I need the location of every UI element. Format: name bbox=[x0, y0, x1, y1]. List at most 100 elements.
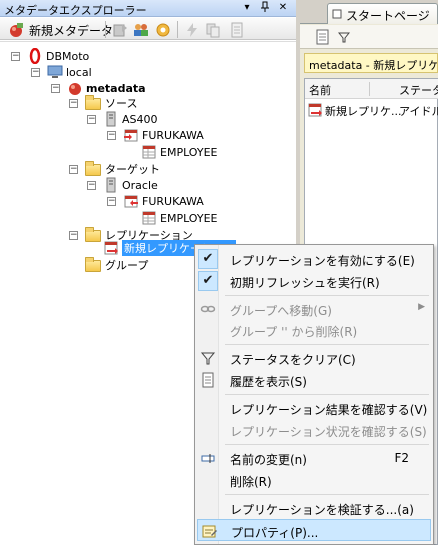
menu-separator bbox=[225, 344, 429, 345]
collapse-toggle[interactable]: − bbox=[11, 52, 20, 61]
tree-node-source-library[interactable]: FURUKAWA bbox=[123, 127, 204, 143]
replication-context-menu: ✔ レプリケーションを有効にする(E) ✔ 初期リフレッシュを実行(R) グルー… bbox=[194, 244, 434, 545]
menu-item-remove-from-group[interactable]: グループ '' から削除(R) bbox=[197, 319, 431, 341]
dbmoto-logo-icon bbox=[29, 48, 41, 64]
menu-item-clear-status[interactable]: ステータスをクリア(C) bbox=[197, 347, 431, 369]
selection-status: metadata - 新規レプリケーション bbox=[304, 53, 438, 73]
collapse-toggle[interactable]: − bbox=[87, 115, 96, 124]
history-document-icon bbox=[202, 372, 214, 388]
right-toolbar bbox=[300, 25, 438, 49]
page-icon[interactable] bbox=[316, 29, 330, 45]
collapse-toggle[interactable]: − bbox=[69, 165, 78, 174]
copy-icon[interactable] bbox=[205, 22, 221, 38]
collapse-toggle[interactable]: − bbox=[69, 99, 78, 108]
tree-node-as400[interactable]: AS400 bbox=[103, 111, 158, 127]
menu-item-label: レプリケーションを検証する...(a) bbox=[230, 503, 414, 517]
users-icon[interactable] bbox=[133, 22, 149, 38]
target-library-icon bbox=[124, 195, 138, 208]
tree-node-label: FURUKAWA bbox=[142, 194, 204, 208]
menu-item-label: 名前の変更(n) bbox=[230, 453, 307, 467]
menu-separator bbox=[225, 444, 429, 445]
tree-node-source-table[interactable]: EMPLOYEE bbox=[141, 144, 218, 160]
menu-item-show-history[interactable]: 履歴を表示(S) bbox=[197, 369, 431, 391]
folder-icon bbox=[85, 227, 101, 242]
submenu-arrow-icon: ▶ bbox=[418, 302, 425, 312]
tab-page-icon bbox=[332, 9, 342, 19]
lightning-icon[interactable] bbox=[184, 22, 200, 38]
menu-item-label: レプリケーション結果を確認する(V) bbox=[230, 403, 428, 417]
cell-name: 新規レプリケ... bbox=[325, 105, 402, 118]
tree-node-label: グループ bbox=[105, 259, 149, 272]
explorer-toolbar: 新規メタデータ bbox=[0, 18, 296, 40]
menu-item-check-results[interactable]: レプリケーション結果を確認する(V) bbox=[197, 397, 431, 419]
tree-node-groups[interactable]: グループ bbox=[85, 257, 148, 273]
tree-node-label: ソース bbox=[105, 97, 138, 110]
menu-item-delete[interactable]: 削除(R) bbox=[197, 469, 431, 491]
column-divider[interactable] bbox=[369, 82, 370, 96]
collapse-toggle[interactable]: − bbox=[87, 181, 96, 190]
tree-node-target-table[interactable]: EMPLOYEE bbox=[141, 210, 218, 226]
table-icon bbox=[142, 145, 156, 159]
menu-item-shortcut: F2 bbox=[394, 451, 409, 465]
collapse-toggle[interactable]: − bbox=[107, 197, 116, 206]
tree-node-source[interactable]: ソース bbox=[85, 95, 137, 111]
collapse-toggle[interactable]: − bbox=[69, 231, 78, 240]
new-metadata-button[interactable]: 新規メタデータ bbox=[3, 18, 113, 40]
tree-node-label: AS400 bbox=[122, 112, 158, 126]
check-icon: ✔ bbox=[198, 271, 218, 291]
menu-item-label: プロパティ(P)... bbox=[231, 526, 319, 540]
tree-node-oracle[interactable]: Oracle bbox=[103, 177, 158, 193]
tree-node-dbmoto[interactable]: DBMoto bbox=[27, 48, 89, 64]
computer-icon bbox=[47, 65, 63, 78]
filter-icon[interactable] bbox=[338, 31, 350, 43]
menu-item-label: レプリケーションを有効にする(E) bbox=[230, 254, 415, 268]
menu-separator bbox=[225, 394, 429, 395]
collapse-toggle[interactable]: − bbox=[31, 68, 40, 77]
metadata-icon bbox=[69, 83, 81, 95]
collapse-toggle[interactable]: − bbox=[107, 131, 116, 140]
new-metadata-icon bbox=[10, 23, 23, 37]
dropdown-icon[interactable]: ▾ bbox=[240, 1, 254, 15]
tree-node-metadata[interactable]: metadata bbox=[67, 80, 146, 96]
tab-label: スタートページ bbox=[346, 9, 430, 23]
properties-icon bbox=[202, 525, 217, 538]
menu-item-initial-refresh[interactable]: ✔ 初期リフレッシュを実行(R) bbox=[197, 270, 431, 292]
menu-item-move-to-group[interactable]: グループへ移動(G) ▶ bbox=[197, 298, 431, 320]
menu-item-label: グループへ移動(G) bbox=[230, 304, 332, 318]
menu-separator bbox=[225, 295, 429, 296]
close-icon[interactable]: ✕ bbox=[276, 1, 290, 15]
menu-item-validate[interactable]: レプリケーションを検証する...(a) bbox=[197, 497, 431, 519]
check-icon: ✔ bbox=[198, 249, 218, 269]
menu-item-label: 初期リフレッシュを実行(R) bbox=[230, 276, 380, 290]
menu-item-properties[interactable]: プロパティ(P)... bbox=[197, 519, 431, 541]
column-header-name[interactable]: 名前 bbox=[309, 82, 331, 98]
toolbar-separator bbox=[177, 21, 178, 38]
document-icon[interactable] bbox=[229, 22, 245, 38]
toolbar-separator bbox=[105, 21, 106, 38]
new-metadata-label: 新規メタデータ bbox=[29, 24, 114, 38]
tree-node-label: DBMoto bbox=[46, 49, 90, 63]
panel-header: メタデータエクスプローラー ▾ ✕ bbox=[0, 0, 296, 17]
tree-node-label: EMPLOYEE bbox=[160, 145, 218, 159]
tab-start-page[interactable]: スタートページ bbox=[327, 3, 438, 24]
menu-item-check-status[interactable]: レプリケーション状況を確認する(S) bbox=[197, 419, 431, 441]
pin-icon[interactable] bbox=[258, 1, 272, 15]
menu-item-enable-replication[interactable]: ✔ レプリケーションを有効にする(E) bbox=[197, 248, 431, 270]
folder-icon bbox=[85, 161, 101, 176]
collapse-toggle[interactable]: − bbox=[51, 84, 60, 93]
panel-title: メタデータエクスプローラー bbox=[4, 4, 147, 17]
tree-node-target-library[interactable]: FURUKAWA bbox=[123, 193, 204, 209]
table-row[interactable]: 新規レプリケ... アイドル bbox=[305, 101, 438, 119]
tree-node-label: FURUKAWA bbox=[142, 128, 204, 142]
tree-node-target[interactable]: ターゲット bbox=[85, 161, 160, 177]
column-header-status[interactable]: ステータス bbox=[399, 82, 438, 98]
menu-item-label: グループ '' から削除(R) bbox=[230, 325, 358, 339]
folder-icon bbox=[85, 95, 101, 110]
menu-item-rename[interactable]: 名前の変更(n) F2 bbox=[197, 447, 431, 469]
connection-icon[interactable] bbox=[112, 22, 128, 38]
link-icon bbox=[200, 305, 216, 313]
tab-strip: スタートページ bbox=[300, 0, 438, 24]
folder-icon bbox=[85, 257, 101, 272]
tree-node-local[interactable]: local bbox=[47, 64, 92, 80]
gear-icon[interactable] bbox=[155, 22, 171, 38]
